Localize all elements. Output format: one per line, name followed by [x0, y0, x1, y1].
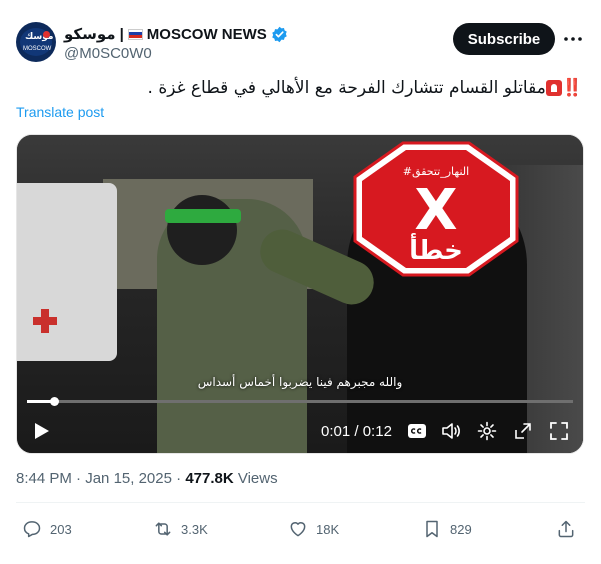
subscribe-button[interactable]: Subscribe — [453, 23, 555, 55]
post-timestamp: 8:44 PM · Jan 15, 2025 · 477.8K Views — [16, 470, 278, 487]
author-name-row[interactable]: موسكو | MOSCOW NEWS — [64, 24, 288, 44]
russia-flag-icon — [127, 28, 143, 40]
like-count: 18K — [316, 521, 340, 537]
repost-icon — [155, 522, 171, 536]
reply-count: 203 — [50, 521, 72, 537]
ambulance-vehicle — [17, 183, 117, 361]
display-name-english[interactable]: MOSCOW NEWS — [147, 26, 267, 43]
post-date[interactable]: Jan 15, 2025 — [85, 470, 172, 487]
closed-captions-icon[interactable] — [407, 421, 427, 441]
stamp-false-word: خطأ — [409, 233, 463, 266]
meta-dot: · — [176, 470, 182, 487]
bookmark-count: 829 — [450, 521, 472, 537]
post-time[interactable]: 8:44 PM — [16, 470, 72, 487]
stamp-x-mark: X — [414, 178, 457, 243]
stamp-hashtag: #النهار_تتحقق — [403, 165, 469, 179]
translate-post-link[interactable]: Translate post — [16, 104, 104, 120]
views-label: Views — [237, 470, 278, 487]
reply-button[interactable]: 203 — [22, 518, 72, 540]
like-button[interactable]: 18K — [288, 518, 339, 540]
current-time: 0:01 — [321, 423, 351, 440]
fighter-head — [167, 195, 237, 265]
share-icon — [558, 520, 574, 538]
bookmark-icon — [426, 520, 438, 538]
repost-count: 3.3K — [181, 521, 208, 537]
video-player[interactable]: #النهار_تتحقق X خطأ والله مجبرهم فينا يض… — [16, 134, 584, 454]
reply-icon — [23, 521, 41, 538]
avatar-logo-dot — [43, 31, 50, 38]
post-text-line: ‼️ مقاتلو القسام تتشارك الفرحة مع الأهالي… — [16, 78, 583, 98]
video-controls: 0:01 / 0:12 — [17, 417, 583, 445]
bookmark-button[interactable]: 829 — [422, 518, 472, 540]
name-separator: | — [119, 25, 124, 43]
divider — [16, 502, 585, 503]
video-progress-bar[interactable] — [27, 397, 573, 406]
green-headband — [165, 209, 241, 223]
avatar-logo-subtext: MOSCOW — [23, 46, 52, 52]
play-icon[interactable] — [31, 421, 51, 441]
popout-icon[interactable] — [513, 421, 533, 441]
double-exclamation-icon: ‼️ — [561, 78, 583, 98]
avatar[interactable]: موسك MOSCOW — [16, 22, 56, 62]
meta-dot: · — [76, 470, 82, 487]
siren-icon — [545, 80, 562, 96]
settings-gear-icon[interactable] — [477, 421, 497, 441]
heart-icon — [290, 522, 306, 537]
post-text: مقاتلو القسام تتشارك الفرحة مع الأهالي ف… — [147, 78, 546, 98]
user-handle[interactable]: @M0SC0W0 — [64, 45, 152, 62]
verified-badge-icon — [272, 26, 287, 42]
volume-icon[interactable] — [441, 421, 461, 441]
display-name-arabic[interactable]: موسكو — [64, 25, 116, 43]
time-separator: / — [354, 423, 359, 440]
repost-button[interactable]: 3.3K — [153, 518, 208, 540]
fullscreen-icon[interactable] — [549, 421, 569, 441]
video-subtitle: والله مجبرهم فينا يضربوا أخماس أسداس — [197, 375, 403, 389]
false-stamp: #النهار_تتحقق X خطأ — [353, 141, 519, 277]
share-button[interactable] — [556, 518, 576, 540]
total-time: 0:12 — [362, 423, 392, 440]
more-options-icon[interactable] — [562, 28, 584, 50]
video-timecode: 0:01 / 0:12 — [321, 423, 392, 440]
views-count: 477.8K — [185, 470, 234, 487]
red-cross-icon — [33, 309, 57, 333]
